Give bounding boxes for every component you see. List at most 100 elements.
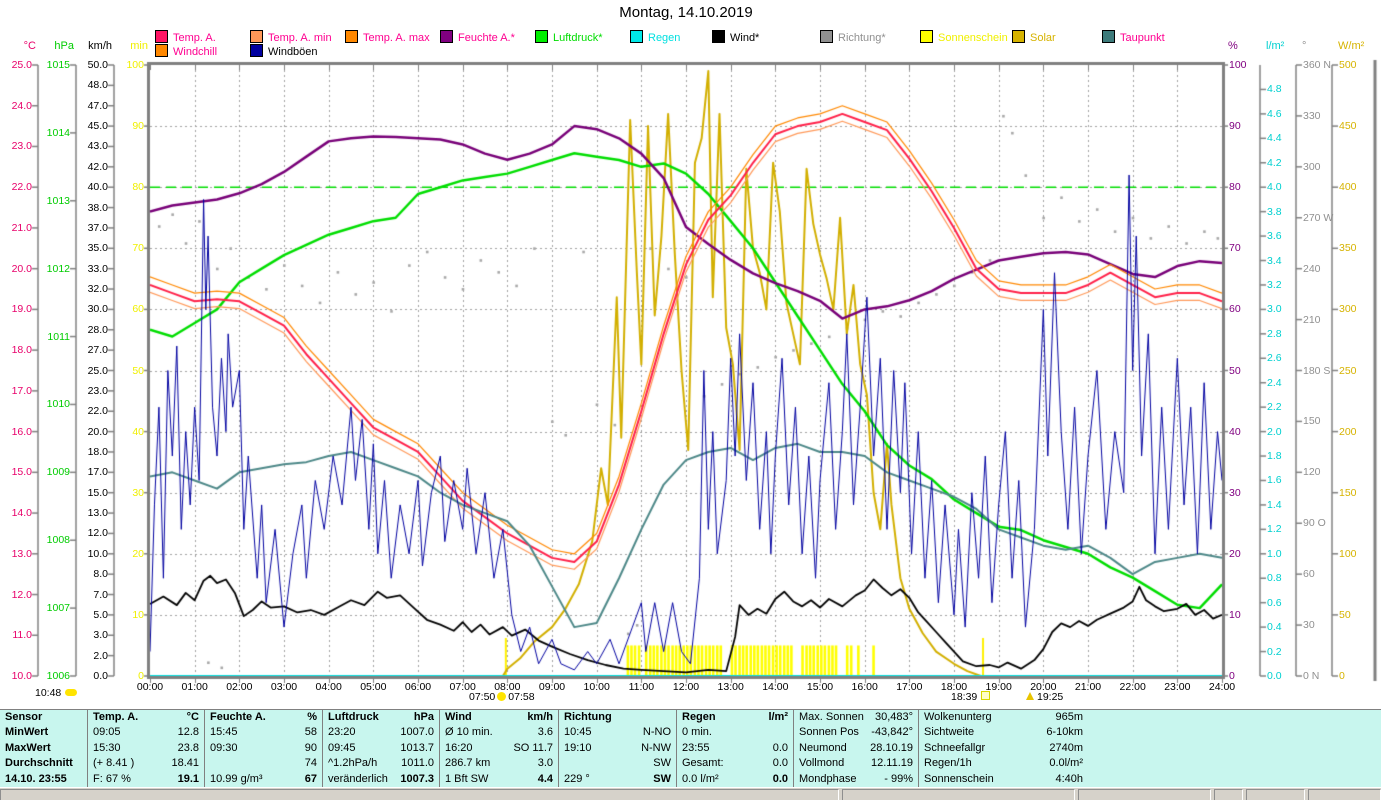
x-axis-label: 11:00 xyxy=(628,681,655,693)
axis-tick-label: 20.0 xyxy=(87,425,108,438)
axis-tick-label: 150 xyxy=(1303,415,1321,428)
axis-tick-label: 21.0 xyxy=(11,221,32,234)
axis-tick-label: 3.4 xyxy=(1267,254,1282,267)
axis-tick-label: 48.0 xyxy=(87,79,108,92)
cell-value: 12.8 xyxy=(177,726,199,739)
axis-tick-label: 40 xyxy=(1229,425,1241,438)
legend-label: Richtung* xyxy=(838,32,886,44)
legend-item[interactable]: Windböen xyxy=(250,44,318,58)
axis-tick-label: 70 xyxy=(1229,242,1241,255)
legend-item[interactable]: Wind* xyxy=(712,30,759,44)
axis-tick-label: 22.0 xyxy=(11,181,32,194)
table-header: Temp. A. °C xyxy=(88,710,204,725)
axis-tick-label: 45.0 xyxy=(87,120,108,133)
legend-item[interactable]: Temp. A. max xyxy=(345,30,430,44)
info-row: Sonnen Pos -43,842° xyxy=(794,725,918,740)
moonrise-time: 19:25 xyxy=(1037,691,1064,703)
x-axis-label: 09:00 xyxy=(538,681,566,693)
table-row: 23:55 0.0 xyxy=(677,741,793,756)
cell-label: 1 Bft SW xyxy=(445,772,489,785)
legend-item[interactable]: Regen xyxy=(630,30,681,44)
axis-tick-label: 300 xyxy=(1303,160,1321,173)
info-label: Neumond xyxy=(799,741,847,754)
status-bar-segment xyxy=(1077,789,1212,800)
axis-tick-label: 300 xyxy=(1339,303,1357,316)
axis-tick-label: 1.2 xyxy=(1267,523,1282,536)
legend-label: Sonnenschein xyxy=(938,32,1008,44)
x-axis-label: 13:00 xyxy=(717,681,744,693)
legend-item[interactable]: Sonnenschein xyxy=(920,30,1008,44)
cell-value: 0.0 xyxy=(772,757,788,770)
info-row: Regen/1h 0.0l/m² xyxy=(919,756,1088,771)
axis-tick-label: 270 W xyxy=(1303,211,1334,224)
table-row-label: 14.10. 23:55 xyxy=(0,772,87,787)
cell-value: 1007.3 xyxy=(400,772,434,785)
status-bar-segment xyxy=(0,789,840,800)
status-bar-segment xyxy=(1214,789,1243,800)
axis-tick-label: 15.0 xyxy=(11,466,32,479)
axis-tick-label: 0 xyxy=(1339,670,1345,682)
legend-label: Luftdruck* xyxy=(553,32,603,44)
axis-tick-label: 4.0 xyxy=(1267,181,1282,194)
legend-label: Regen xyxy=(648,32,681,44)
axis-tick-label: 60 xyxy=(1303,568,1315,581)
info-value: 30,483° xyxy=(874,711,913,723)
x-axis-label: 14:00 xyxy=(762,681,789,693)
axis-tick-label: 3.2 xyxy=(1267,278,1282,291)
row-label: Durchschnitt xyxy=(5,757,73,770)
table-header: Luftdruck hPa xyxy=(323,710,439,725)
info-value: 6-10km xyxy=(1046,726,1083,739)
axis-tick-label: 33.0 xyxy=(87,262,108,275)
cell-label: 15:30 xyxy=(93,741,121,754)
axis-tick-label: 22.0 xyxy=(87,405,108,418)
axis-tick-label: 1011 xyxy=(47,330,70,343)
cell-label: 0 min. xyxy=(682,726,712,739)
cell-label: 15:45 xyxy=(210,726,238,739)
legend-item[interactable]: Luftdruck* xyxy=(535,30,603,44)
table-row: 229 ° SW xyxy=(559,772,676,787)
legend-item[interactable]: Temp. A. min xyxy=(250,30,332,44)
table-row: 74 xyxy=(205,756,322,771)
table-row: 10:45 N-NO xyxy=(559,725,676,740)
axis-tick-label: 16.0 xyxy=(11,425,32,438)
axis-tick-label: 180 S xyxy=(1303,364,1331,377)
legend-item[interactable]: Richtung* xyxy=(820,30,886,44)
table-row: 0 min. xyxy=(677,725,793,740)
axis-tick-label: 60 xyxy=(1229,303,1241,316)
legend-label: Temp. A. max xyxy=(363,32,430,44)
day-length-label: 10:48 xyxy=(35,687,78,699)
legend-item[interactable]: Feuchte A.* xyxy=(440,30,515,44)
table-row: veränderlich 1007.3 xyxy=(323,772,439,787)
info-value: 28.10.19 xyxy=(870,741,913,754)
axis-tick-label: 40.0 xyxy=(87,181,108,194)
axis-tick-label: 1015 xyxy=(46,59,70,71)
legend-item[interactable]: Windchill xyxy=(155,44,217,58)
legend-item[interactable]: Taupunkt xyxy=(1102,30,1165,44)
table-row-label: MaxWert xyxy=(0,741,87,756)
cell-label: 19:10 xyxy=(564,741,592,754)
column-unit: hPa xyxy=(413,711,434,723)
axis-tick-label: 2.0 xyxy=(1267,425,1282,438)
table-row: 09:30 90 xyxy=(205,741,322,756)
axis-tick-label: 24.0 xyxy=(11,99,32,112)
axis-tick-label: 30 xyxy=(1303,619,1315,632)
axis-tick-label: 0 N xyxy=(1303,670,1320,682)
column-header: Luftdruck xyxy=(328,711,379,723)
cell-label: 09:30 xyxy=(210,741,238,754)
table-row: 286.7 km 3.0 xyxy=(440,756,558,771)
cell-value: SW xyxy=(653,772,671,785)
axis-tick-label: 4.2 xyxy=(1267,156,1282,169)
axis-tick-label: 1.4 xyxy=(1267,498,1282,511)
info-value: 12.11.19 xyxy=(870,757,913,770)
cell-label: 23:55 xyxy=(682,741,710,754)
axis-tick-label: 10 xyxy=(132,608,144,621)
legend-item[interactable]: Temp. A. xyxy=(155,30,216,44)
x-axis-label: 00:00 xyxy=(136,681,164,693)
x-axis-label: 23:00 xyxy=(1164,681,1191,693)
legend-item[interactable]: Solar xyxy=(1012,30,1056,44)
axis-unit-label: % xyxy=(1228,40,1238,52)
table-column: Wind km/h Ø 10 min. 3.6 16:20 SO 11.7 286.7 km… xyxy=(439,710,558,788)
axis-tick-label: 0.0 xyxy=(93,670,108,682)
axis-tick-label: 1008 xyxy=(46,534,70,547)
cell-value: 1013.7 xyxy=(400,741,434,754)
